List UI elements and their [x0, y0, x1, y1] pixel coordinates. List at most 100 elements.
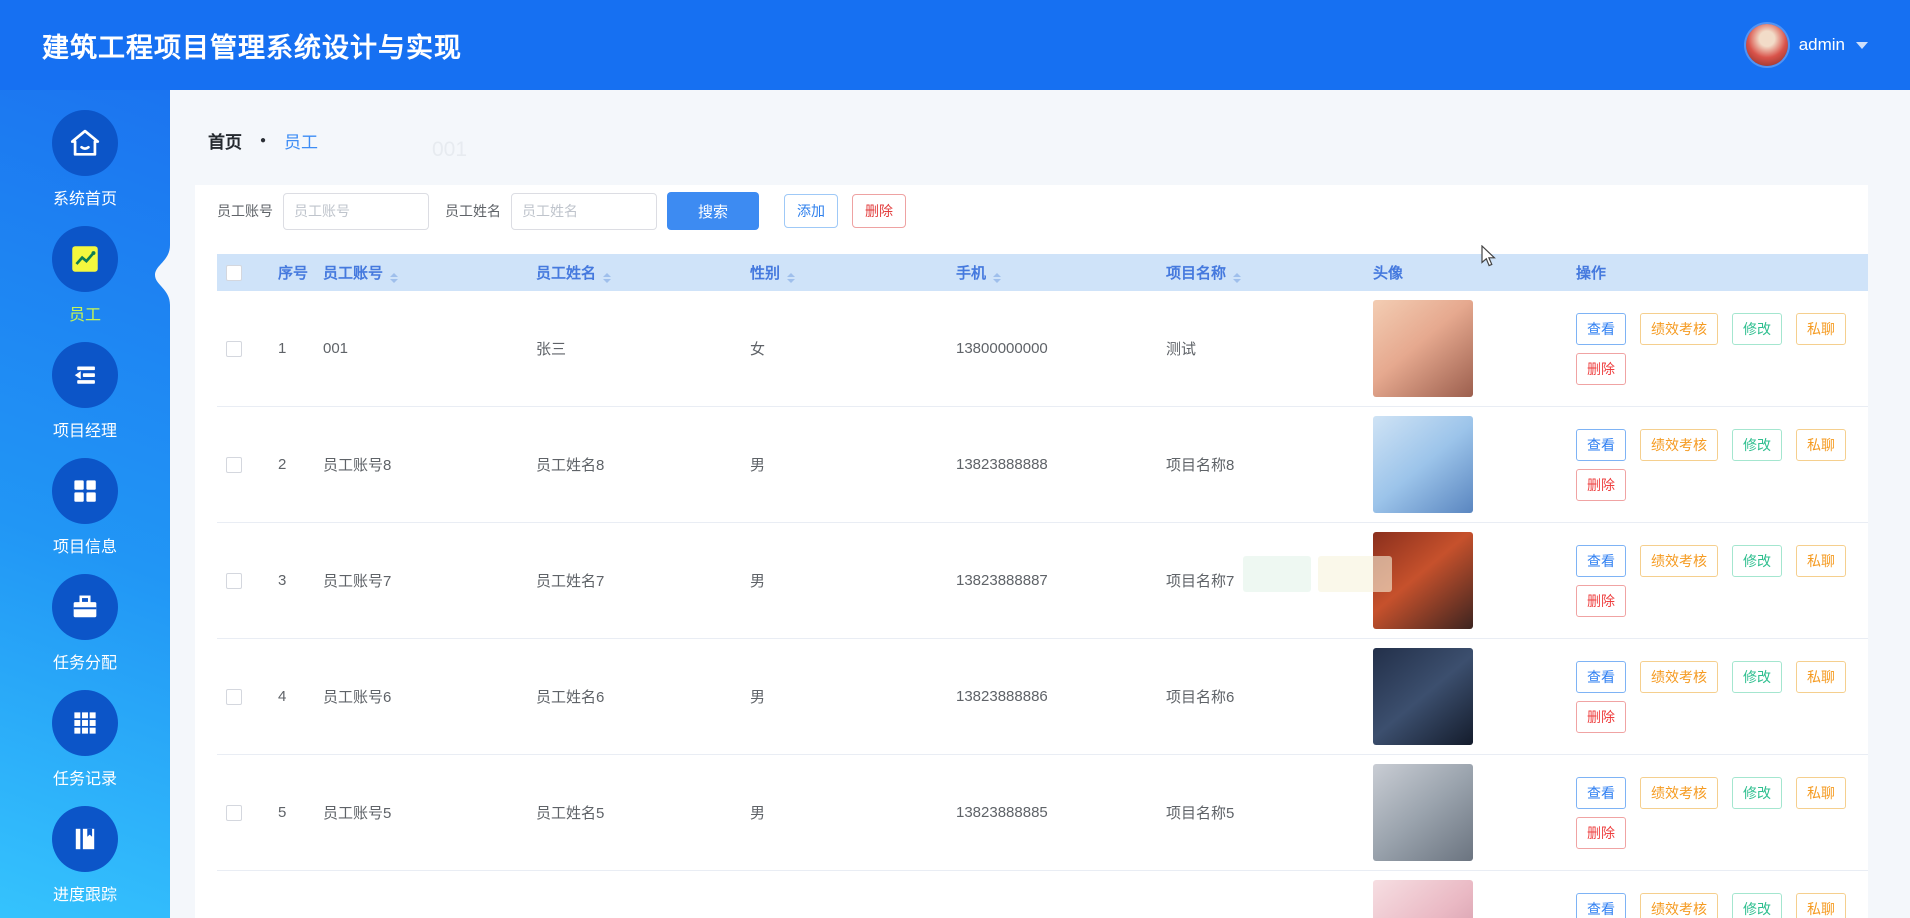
user-menu[interactable]: admin: [1746, 24, 1868, 66]
column-header-project[interactable]: 项目名称: [1160, 262, 1365, 283]
delete-button[interactable]: 删除: [1576, 701, 1626, 733]
appraisal-button[interactable]: 绩效考核: [1640, 313, 1718, 345]
view-button[interactable]: 查看: [1576, 313, 1626, 345]
sidebar-item-task-assign[interactable]: 任务分配: [0, 574, 170, 673]
sidebar-item-progress[interactable]: 进度跟踪: [0, 806, 170, 905]
delete-button[interactable]: 删除: [1576, 585, 1626, 617]
cell-project: 项目名称5: [1160, 802, 1365, 823]
delete-button[interactable]: 删除: [1576, 353, 1626, 385]
sidebar-item-label: 任务记录: [53, 765, 117, 789]
appraisal-button[interactable]: 绩效考核: [1640, 777, 1718, 809]
edit-button[interactable]: 修改: [1732, 893, 1782, 918]
delete-button[interactable]: 删除: [1576, 817, 1626, 849]
breadcrumb-home-link[interactable]: 首页: [208, 128, 242, 153]
appraisal-button[interactable]: 绩效考核: [1640, 893, 1718, 918]
batch-delete-button[interactable]: 删除: [852, 194, 906, 228]
view-button[interactable]: 查看: [1576, 893, 1626, 918]
row-actions: 查看绩效考核修改私聊删除: [1576, 661, 1868, 733]
edit-button[interactable]: 修改: [1732, 429, 1782, 461]
list-arrow-icon: [52, 342, 118, 408]
sort-icon: [993, 273, 1001, 283]
cell-gender: 男: [744, 454, 950, 475]
appraisal-button[interactable]: 绩效考核: [1640, 661, 1718, 693]
cell-seq: 1: [262, 340, 317, 357]
sort-icon: [390, 273, 398, 283]
user-name: admin: [1799, 35, 1845, 55]
column-header-phone[interactable]: 手机: [950, 262, 1160, 283]
avatar-image: [1373, 648, 1473, 745]
cell-seq: 2: [262, 456, 317, 473]
row-checkbox[interactable]: [226, 805, 242, 821]
sidebar-item-label: 项目信息: [53, 533, 117, 557]
sort-icon: [787, 273, 795, 283]
column-header-gender[interactable]: 性别: [744, 262, 950, 283]
user-avatar[interactable]: [1746, 24, 1788, 66]
cell-account: 员工账号7: [317, 570, 530, 591]
select-all-checkbox[interactable]: [226, 265, 242, 281]
top-bar: 建筑工程项目管理系统设计与实现 admin: [0, 0, 1910, 90]
delete-button[interactable]: 删除: [1576, 469, 1626, 501]
edit-button[interactable]: 修改: [1732, 777, 1782, 809]
grid-2x2-icon: [52, 458, 118, 524]
column-header-avatar: 头像: [1365, 262, 1560, 283]
cell-gender: 男: [744, 802, 950, 823]
chat-button[interactable]: 私聊: [1796, 777, 1846, 809]
table-header-row: 序号 员工账号 员工姓名 性别 手机 项目名称 头像 操作: [217, 254, 1868, 291]
view-button[interactable]: 查看: [1576, 661, 1626, 693]
cell-name: 员工姓名7: [530, 570, 744, 591]
edit-button[interactable]: 修改: [1732, 661, 1782, 693]
cell-phone: 13823888887: [950, 572, 1160, 589]
account-input[interactable]: [283, 193, 429, 230]
row-checkbox[interactable]: [226, 457, 242, 473]
content-card: 员工账号 员工姓名 搜索 添加 删除 序号 员工账号 员工姓名 性别 手机 项目…: [195, 185, 1868, 918]
cell-name: 张三: [530, 338, 744, 359]
table-body: 1 001 张三 女 13800000000 测试 查看绩效考核修改私聊删除 2…: [217, 291, 1868, 918]
cell-account: 员工账号6: [317, 686, 530, 707]
breadcrumb-current-link[interactable]: 员工: [284, 128, 318, 153]
sidebar-item-project-manager[interactable]: 项目经理: [0, 342, 170, 441]
row-checkbox[interactable]: [226, 573, 242, 589]
breadcrumb-separator: ●: [260, 135, 266, 146]
home-icon: [52, 110, 118, 176]
search-button[interactable]: 搜索: [667, 192, 759, 230]
cell-phone: 13823888888: [950, 456, 1160, 473]
chat-button[interactable]: 私聊: [1796, 429, 1846, 461]
chat-button[interactable]: 私聊: [1796, 313, 1846, 345]
row-checkbox[interactable]: [226, 341, 242, 357]
app-title: 建筑工程项目管理系统设计与实现: [42, 26, 462, 65]
appraisal-button[interactable]: 绩效考核: [1640, 545, 1718, 577]
table-row: 查看绩效考核修改私聊删除: [217, 871, 1868, 918]
sidebar-item-task-record[interactable]: 任务记录: [0, 690, 170, 789]
chat-button[interactable]: 私聊: [1796, 893, 1846, 918]
cell-seq: 3: [262, 572, 317, 589]
name-input[interactable]: [511, 193, 657, 230]
column-header-name[interactable]: 员工姓名: [530, 262, 744, 283]
view-button[interactable]: 查看: [1576, 545, 1626, 577]
row-actions: 查看绩效考核修改私聊删除: [1576, 313, 1868, 385]
main-content: 首页 ● 员工 001 员工账号 员工姓名 搜索 添加 删除 序号 员工账号 员…: [170, 90, 1910, 918]
edit-button[interactable]: 修改: [1732, 545, 1782, 577]
sort-icon: [603, 273, 611, 283]
edit-button[interactable]: 修改: [1732, 313, 1782, 345]
table-row: 3 员工账号7 员工姓名7 男 13823888887 项目名称7 查看绩效考核…: [217, 523, 1868, 639]
row-checkbox[interactable]: [226, 689, 242, 705]
chart-icon: [52, 226, 118, 292]
sidebar-item-label: 员工: [69, 301, 101, 325]
cell-gender: 男: [744, 686, 950, 707]
chat-button[interactable]: 私聊: [1796, 545, 1846, 577]
chat-button[interactable]: 私聊: [1796, 661, 1846, 693]
sidebar-item-label: 系统首页: [53, 185, 117, 209]
sidebar-item-home[interactable]: 系统首页: [0, 110, 170, 209]
add-button[interactable]: 添加: [784, 194, 838, 228]
fading-overlay: [1243, 556, 1311, 592]
view-button[interactable]: 查看: [1576, 777, 1626, 809]
cell-account: 员工账号8: [317, 454, 530, 475]
view-button[interactable]: 查看: [1576, 429, 1626, 461]
sidebar-item-project-info[interactable]: 项目信息: [0, 458, 170, 557]
cell-project: 项目名称6: [1160, 686, 1365, 707]
appraisal-button[interactable]: 绩效考核: [1640, 429, 1718, 461]
sidebar-item-employee[interactable]: 员工: [0, 226, 170, 325]
column-header-account[interactable]: 员工账号: [317, 262, 530, 283]
book-icon: [52, 806, 118, 872]
fading-overlay: [1318, 556, 1392, 592]
